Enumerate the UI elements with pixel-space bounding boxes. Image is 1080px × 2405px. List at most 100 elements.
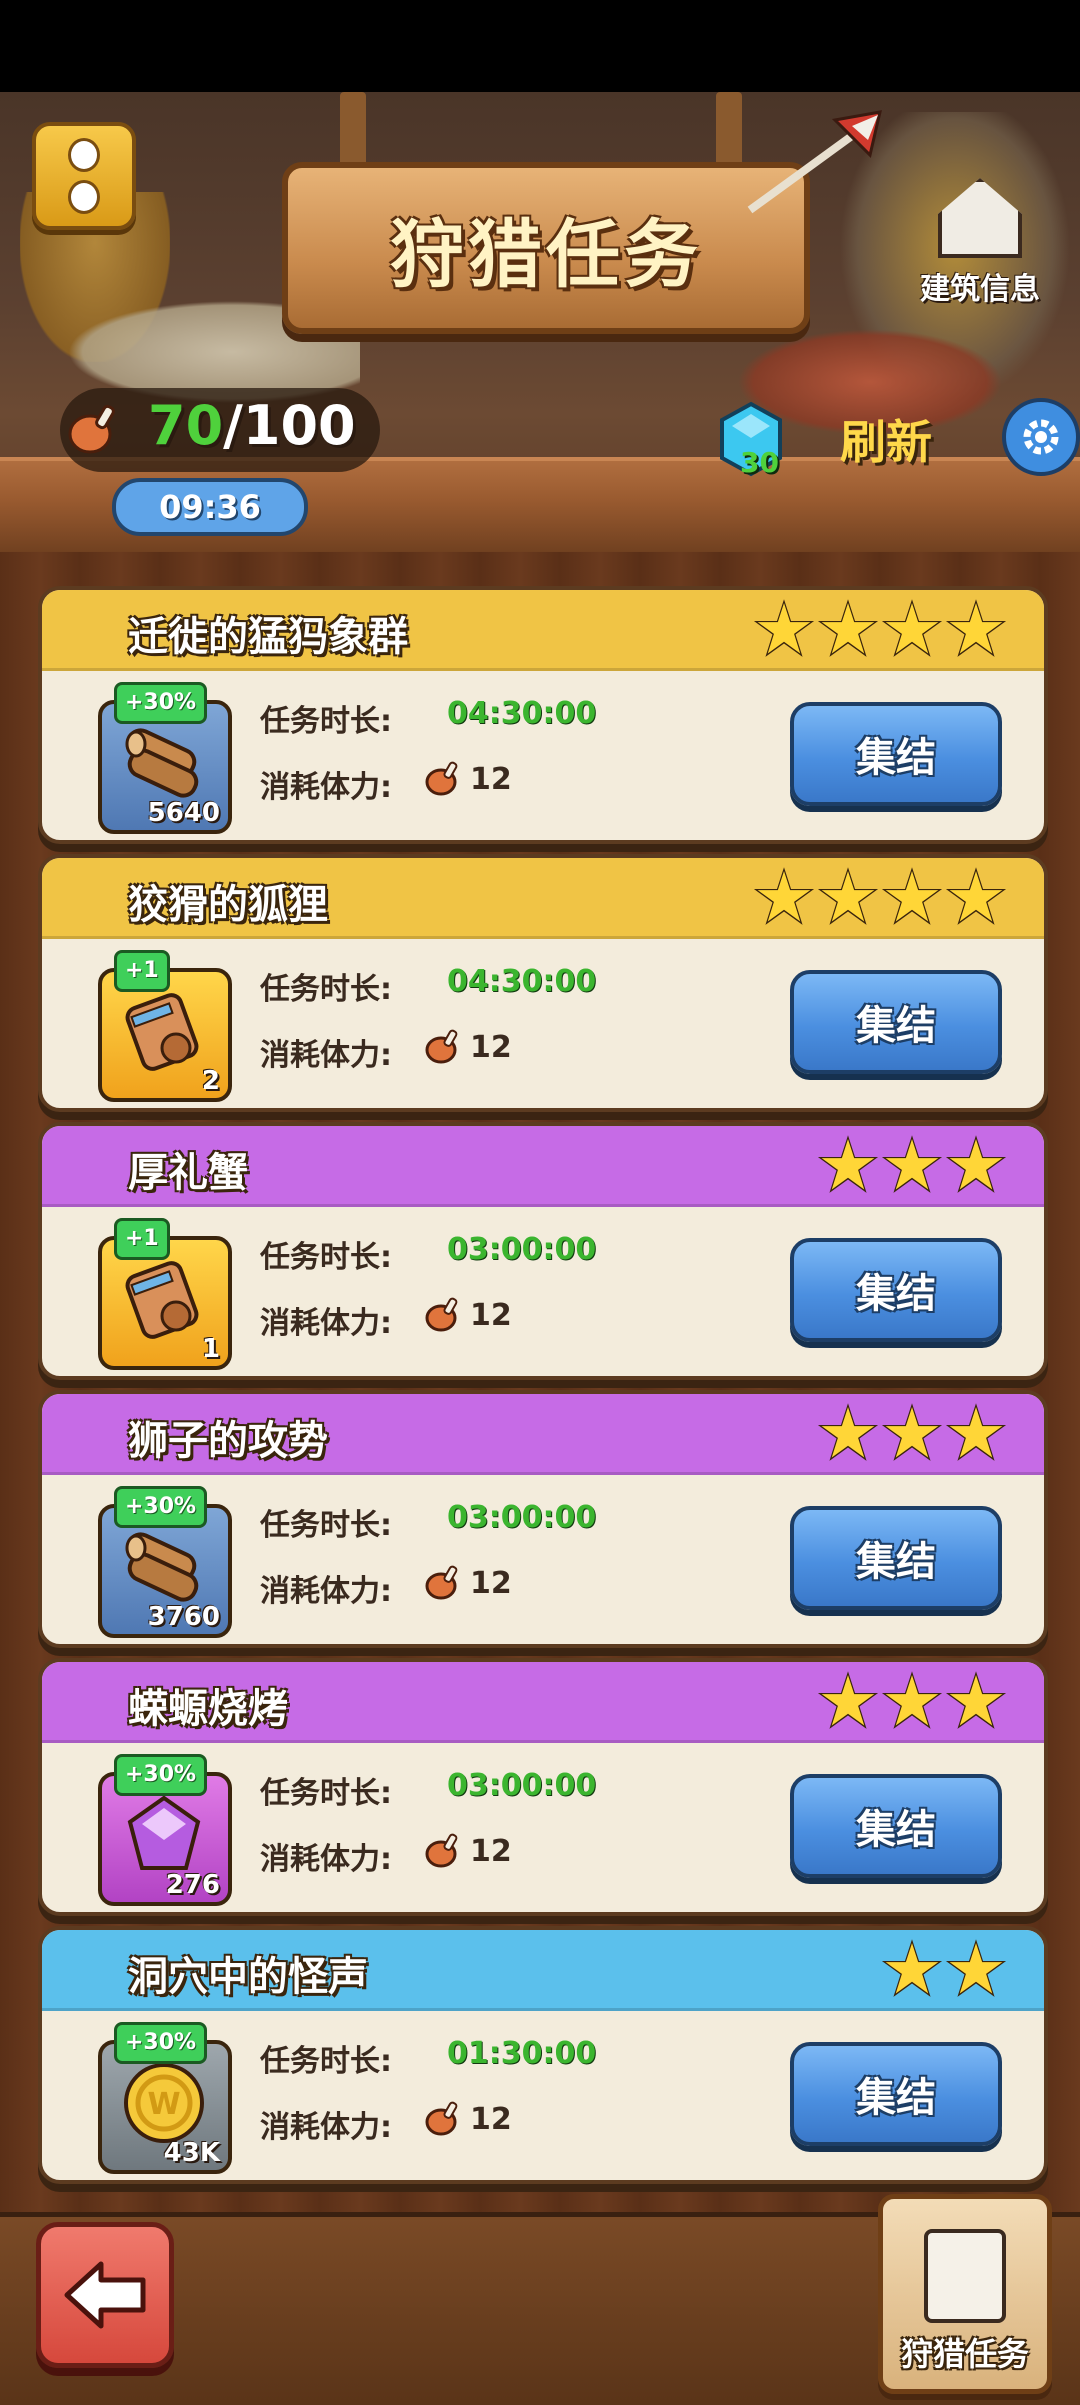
gather-button[interactable]: 集结 xyxy=(790,1774,1002,1878)
duration-label: 任务时长: xyxy=(260,2044,392,2079)
svg-text:W: W xyxy=(147,2087,180,2122)
star-icon xyxy=(945,1671,1007,1730)
arrow-icon xyxy=(747,110,882,214)
difficulty-stars xyxy=(817,1403,1007,1462)
reward-count: 1 xyxy=(201,1334,220,1364)
back-button[interactable] xyxy=(36,2222,174,2368)
duration-value: 03:00:00 xyxy=(447,1768,597,1803)
mission-header: 洞穴中的怪声 xyxy=(42,1930,1044,2011)
reward-bonus-badge: +30% xyxy=(114,1486,208,1528)
difficulty-stars xyxy=(817,1135,1007,1194)
mission-card: 狡猾的狐狸 2 +1 任务时长: 04:30:00 消耗体力: 12 集结 xyxy=(38,854,1048,1112)
title-sign: 狩猎任务 xyxy=(282,162,810,334)
cost-value: 12 xyxy=(470,1566,512,1601)
star-icon xyxy=(817,599,879,658)
duration-label: 任务时长: xyxy=(260,1776,392,1811)
gather-button[interactable]: 集结 xyxy=(790,970,1002,1074)
drumstick-icon xyxy=(424,1026,464,1066)
duration-value: 01:30:00 xyxy=(447,2036,597,2071)
gather-label: 集结 xyxy=(856,1003,936,1049)
cost-value: 12 xyxy=(470,1298,512,1333)
scroll-icon xyxy=(924,2229,1006,2323)
cost-value: 12 xyxy=(470,1030,512,1065)
star-icon xyxy=(817,1403,879,1462)
reward-bonus-badge: +30% xyxy=(114,1754,208,1796)
duration-value: 03:00:00 xyxy=(447,1500,597,1535)
star-icon xyxy=(881,867,943,926)
star-icon xyxy=(881,1671,943,1730)
info-button[interactable] xyxy=(32,122,136,230)
cost-label: 消耗体力: xyxy=(260,770,392,805)
mission-header: 狮子的攻势 xyxy=(42,1394,1044,1475)
gear-icon xyxy=(1023,419,1059,455)
reward-count: 276 xyxy=(165,1870,220,1900)
duration-label: 任务时长: xyxy=(260,704,392,739)
gather-button[interactable]: 集结 xyxy=(790,1506,1002,1610)
hunt-tab-label: 狩猎任务 xyxy=(900,2335,1029,2373)
cost-label: 消耗体力: xyxy=(260,1842,392,1877)
drumstick-icon xyxy=(424,1294,464,1334)
cost-label: 消耗体力: xyxy=(260,1306,392,1341)
drumstick-icon xyxy=(68,404,115,454)
reward-bonus-badge: +30% xyxy=(114,682,208,724)
gather-button[interactable]: 集结 xyxy=(790,1238,1002,1342)
building-info-label: 建筑信息 xyxy=(920,272,1040,307)
drumstick-icon xyxy=(424,1830,464,1870)
reward-bonus-badge: +30% xyxy=(114,2022,208,2064)
mission-header: 迁徙的猛犸象群 xyxy=(42,590,1044,671)
page-title: 狩猎任务 xyxy=(390,211,702,298)
gather-label: 集结 xyxy=(856,1271,936,1317)
mission-card: 厚礼蟹 1 +1 任务时长: 03:00:00 消耗体力: 12 集结 xyxy=(38,1122,1048,1380)
cost-value: 12 xyxy=(470,762,512,797)
mission-card: 迁徙的猛犸象群 5640 +30% 任务时长: 04:30:00 消耗体力: 12 集结 xyxy=(38,586,1048,844)
mission-title: 狡猾的狐狸 xyxy=(128,882,328,928)
reward-bonus-badge: +1 xyxy=(114,1218,170,1260)
mission-title: 蝾螈烧烤 xyxy=(128,1686,288,1732)
drumstick-icon xyxy=(424,1562,464,1602)
gem-count: 30 xyxy=(740,446,779,479)
star-icon xyxy=(881,1135,943,1194)
difficulty-stars xyxy=(753,867,1007,926)
drumstick-icon xyxy=(424,758,464,798)
star-icon xyxy=(817,1671,879,1730)
star-icon xyxy=(945,1135,1007,1194)
duration-value: 03:00:00 xyxy=(447,1232,597,1267)
star-icon xyxy=(945,867,1007,926)
drumstick-icon xyxy=(424,2098,464,2138)
cost-label: 消耗体力: xyxy=(260,1574,392,1609)
gather-button[interactable]: 集结 xyxy=(790,2042,1002,2146)
stamina-max: /100 xyxy=(223,394,356,457)
reward-count: 3760 xyxy=(147,1602,220,1632)
cost-label: 消耗体力: xyxy=(260,1038,392,1073)
mission-title: 迁徙的猛犸象群 xyxy=(128,614,408,660)
house-icon xyxy=(938,178,1022,258)
star-icon xyxy=(945,599,1007,658)
status-bar xyxy=(0,0,1080,92)
mission-title: 洞穴中的怪声 xyxy=(128,1954,368,2000)
refresh-button[interactable]: 刷新 xyxy=(840,406,932,472)
back-arrow-icon xyxy=(64,2261,146,2329)
difficulty-stars xyxy=(817,1671,1007,1730)
star-icon xyxy=(881,599,943,658)
mission-title: 厚礼蟹 xyxy=(128,1150,248,1196)
mission-header: 狡猾的狐狸 xyxy=(42,858,1044,939)
star-icon xyxy=(753,599,815,658)
gather-label: 集结 xyxy=(856,2075,936,2121)
difficulty-stars xyxy=(753,599,1007,658)
reward-count: 43K xyxy=(163,2138,220,2168)
reward-count: 5640 xyxy=(147,798,220,828)
stamina-value: 70/100 xyxy=(148,394,356,457)
building-info-button[interactable]: 建筑信息 xyxy=(910,178,1050,308)
mission-title: 狮子的攻势 xyxy=(128,1418,328,1464)
difficulty-stars xyxy=(881,1939,1007,1998)
hunt-task-tab[interactable]: 狩猎任务 xyxy=(878,2194,1052,2394)
mission-card: 蝾螈烧烤 276 +30% 任务时长: 03:00:00 消耗体力: 12 集结 xyxy=(38,1658,1048,1916)
gather-button[interactable]: 集结 xyxy=(790,702,1002,806)
stamina-current: 70 xyxy=(148,394,224,457)
cost-value: 12 xyxy=(470,1834,512,1869)
exclamation-icon xyxy=(68,134,100,218)
duration-label: 任务时长: xyxy=(260,972,392,1007)
duration-label: 任务时长: xyxy=(260,1508,392,1543)
star-icon xyxy=(817,1135,879,1194)
settings-button[interactable] xyxy=(1002,398,1080,476)
